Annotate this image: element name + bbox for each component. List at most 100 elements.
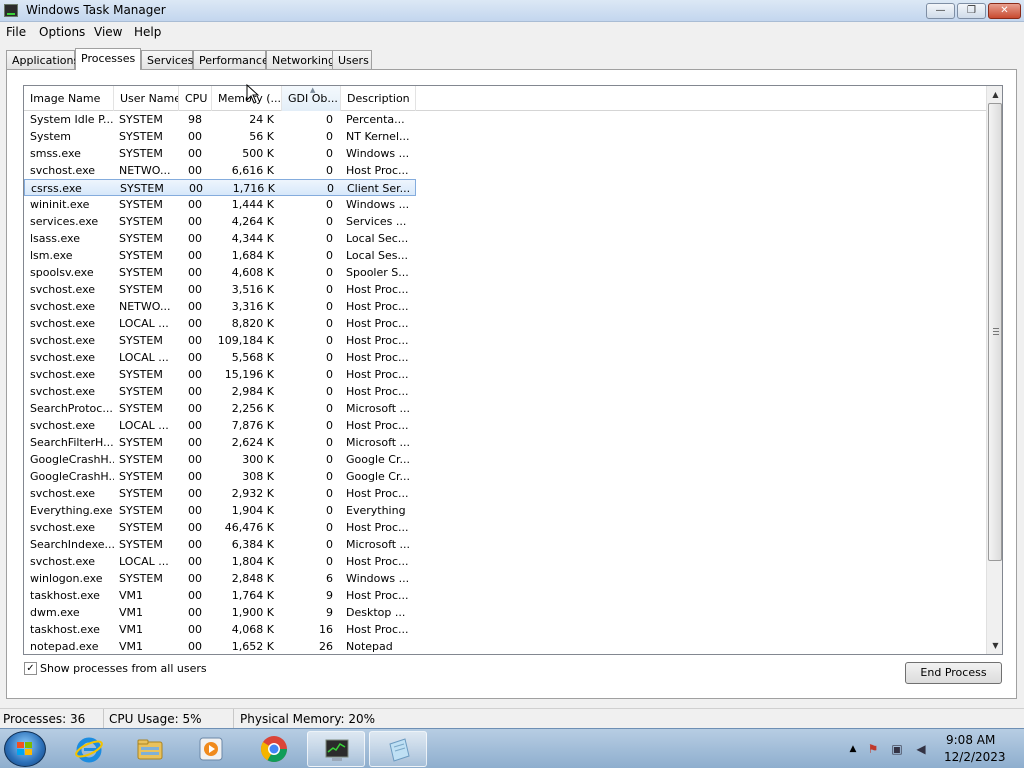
cell-user-name: SYSTEM: [119, 368, 163, 381]
table-row[interactable]: svchost.exe SYSTEM 00 3,516 K 0 Host Proc...: [24, 281, 416, 298]
column-gdi-objects[interactable]: GDI Ob... ▲: [282, 86, 341, 111]
cell-gdi-objects: 0: [326, 334, 333, 347]
tab-networking[interactable]: Networking: [266, 50, 338, 69]
table-row[interactable]: svchost.exe LOCAL ... 00 7,876 K 0 Host Proc.…: [24, 417, 416, 434]
table-row[interactable]: wininit.exe SYSTEM 00 1,444 K 0 Windows ...: [24, 196, 416, 213]
cell-image-name: taskhost.exe: [30, 623, 100, 636]
table-row[interactable]: taskhost.exe VM1 00 1,764 K 9 Host Proc...: [24, 587, 416, 604]
clock-time[interactable]: 9:08 AM: [946, 733, 995, 747]
menu-options[interactable]: Options: [39, 25, 85, 39]
column-description[interactable]: Description: [341, 86, 416, 111]
table-row[interactable]: SearchProtoc... SYSTEM 00 2,256 K 0 Microsoft…: [24, 400, 416, 417]
volume-muted-icon[interactable]: ◀: [914, 742, 928, 756]
table-row[interactable]: svchost.exe NETWO... 00 3,316 K 0 Host Proc..…: [24, 298, 416, 315]
process-list[interactable]: Image Name User Name CPU Memory (... GDI…: [23, 85, 1003, 655]
tab-services[interactable]: Services: [141, 50, 193, 69]
minimize-button[interactable]: —: [926, 3, 955, 19]
taskbar-task-manager[interactable]: [307, 731, 365, 767]
cell-description: Host Proc...: [346, 283, 409, 296]
scroll-up-arrow-icon[interactable]: ▲: [987, 86, 1002, 103]
cell-user-name: SYSTEM: [119, 470, 163, 483]
table-row[interactable]: taskhost.exe VM1 00 4,068 K 16 Host Proc...: [24, 621, 416, 638]
table-row[interactable]: Everything.exe SYSTEM 00 1,904 K 0 Everything: [24, 502, 416, 519]
table-row[interactable]: svchost.exe SYSTEM 00 2,984 K 0 Host Proc...: [24, 383, 416, 400]
show-hidden-icons-icon[interactable]: ▲: [846, 742, 860, 756]
taskbar-windows-explorer[interactable]: [121, 731, 179, 767]
cell-image-name: services.exe: [30, 215, 99, 228]
network-icon[interactable]: ▣: [890, 742, 904, 756]
table-row[interactable]: lsm.exe SYSTEM 00 1,684 K 0 Local Ses...: [24, 247, 416, 264]
close-button[interactable]: ✕: [988, 3, 1021, 19]
cell-image-name: svchost.exe: [30, 164, 96, 177]
cell-image-name: SearchProtoc...: [30, 402, 113, 415]
cell-cpu: 00: [188, 589, 202, 602]
table-row[interactable]: dwm.exe VM1 00 1,900 K 9 Desktop ...: [24, 604, 416, 621]
cell-cpu: 00: [188, 504, 202, 517]
menu-view[interactable]: View: [94, 25, 122, 39]
action-center-flag-icon[interactable]: ⚑: [866, 742, 880, 756]
menu-file[interactable]: File: [6, 25, 26, 39]
scroll-down-arrow-icon[interactable]: ▼: [987, 637, 1002, 654]
maximize-button[interactable]: ❐: [957, 3, 986, 19]
table-row[interactable]: svchost.exe LOCAL ... 00 5,568 K 0 Host Proc.…: [24, 349, 416, 366]
table-row[interactable]: spoolsv.exe SYSTEM 00 4,608 K 0 Spooler S...: [24, 264, 416, 281]
cell-memory: 1,764 K: [231, 589, 274, 602]
table-row[interactable]: GoogleCrashH... SYSTEM 00 308 K 0 Google Cr..…: [24, 468, 416, 485]
end-process-button[interactable]: End Process: [905, 662, 1002, 684]
tab-users[interactable]: Users: [332, 50, 372, 69]
cell-user-name: SYSTEM: [119, 402, 163, 415]
table-row[interactable]: svchost.exe SYSTEM 00 109,184 K 0 Host Proc..…: [24, 332, 416, 349]
table-row[interactable]: System Idle P... SYSTEM 98 24 K 0 Percenta...: [24, 111, 416, 128]
table-row[interactable]: notepad.exe VM1 00 1,652 K 26 Notepad: [24, 638, 416, 654]
cell-memory: 4,344 K: [231, 232, 274, 245]
column-cpu[interactable]: CPU: [179, 86, 212, 111]
taskbar-media-player[interactable]: [182, 731, 240, 767]
status-cpu-usage: CPU Usage: 5%: [106, 709, 234, 729]
tab-processes[interactable]: Processes: [75, 48, 141, 70]
cell-memory: 1,652 K: [231, 640, 274, 653]
start-button[interactable]: [4, 731, 46, 767]
taskbar-chrome[interactable]: [245, 731, 303, 767]
cell-user-name: LOCAL ...: [119, 351, 169, 364]
cell-image-name: svchost.exe: [30, 317, 96, 330]
cell-user-name: VM1: [119, 623, 144, 636]
cell-gdi-objects: 0: [326, 215, 333, 228]
table-row[interactable]: winlogon.exe SYSTEM 00 2,848 K 6 Windows ...: [24, 570, 416, 587]
menu-help[interactable]: Help: [134, 25, 161, 39]
table-row[interactable]: svchost.exe NETWO... 00 6,616 K 0 Host Proc..…: [24, 162, 416, 179]
table-row[interactable]: svchost.exe LOCAL ... 00 1,804 K 0 Host Proc.…: [24, 553, 416, 570]
table-row[interactable]: smss.exe SYSTEM 00 500 K 0 Windows ...: [24, 145, 416, 162]
table-row[interactable]: SearchFilterH... SYSTEM 00 2,624 K 0 Microsof…: [24, 434, 416, 451]
cell-description: Everything: [346, 504, 406, 517]
clock-date[interactable]: 12/2/2023: [944, 750, 1006, 764]
table-row[interactable]: csrss.exe SYSTEM 00 1,716 K 0 Client Ser...: [24, 179, 416, 196]
table-row[interactable]: svchost.exe SYSTEM 00 46,476 K 0 Host Proc...: [24, 519, 416, 536]
table-row[interactable]: svchost.exe SYSTEM 00 2,932 K 0 Host Proc...: [24, 485, 416, 502]
cell-image-name: lsass.exe: [30, 232, 80, 245]
cell-cpu: 00: [188, 130, 202, 143]
tab-applications[interactable]: Applications: [6, 50, 79, 69]
cell-description: NT Kernel...: [346, 130, 410, 143]
table-row[interactable]: System SYSTEM 00 56 K 0 NT Kernel...: [24, 128, 416, 145]
table-row[interactable]: services.exe SYSTEM 00 4,264 K 0 Services ...: [24, 213, 416, 230]
scroll-thumb[interactable]: [988, 103, 1002, 561]
taskbar: ▲ ⚑ ▣ ◀ 9:08 AM 12/2/2023: [0, 728, 1024, 768]
vertical-scrollbar[interactable]: ▲ ▼: [986, 86, 1002, 654]
cell-image-name: csrss.exe: [31, 182, 82, 195]
cell-cpu: 00: [188, 521, 202, 534]
cell-user-name: SYSTEM: [119, 487, 163, 500]
table-row[interactable]: svchost.exe SYSTEM 00 15,196 K 0 Host Proc...: [24, 366, 416, 383]
table-row[interactable]: lsass.exe SYSTEM 00 4,344 K 0 Local Sec...: [24, 230, 416, 247]
table-row[interactable]: GoogleCrashH... SYSTEM 00 300 K 0 Google Cr..…: [24, 451, 416, 468]
column-image-name[interactable]: Image Name: [24, 86, 114, 111]
cell-memory: 1,716 K: [232, 182, 275, 195]
tab-performance[interactable]: Performance: [193, 50, 269, 69]
column-user-name[interactable]: User Name: [114, 86, 179, 111]
taskbar-internet-explorer[interactable]: [60, 731, 118, 767]
taskbar-notepad[interactable]: [369, 731, 427, 767]
table-row[interactable]: svchost.exe LOCAL ... 00 8,820 K 0 Host Proc.…: [24, 315, 416, 332]
cell-image-name: notepad.exe: [30, 640, 99, 653]
show-all-users-checkbox[interactable]: ✓: [24, 662, 37, 675]
table-row[interactable]: SearchIndexe... SYSTEM 00 6,384 K 0 Microsoft…: [24, 536, 416, 553]
cell-memory: 4,068 K: [231, 623, 274, 636]
